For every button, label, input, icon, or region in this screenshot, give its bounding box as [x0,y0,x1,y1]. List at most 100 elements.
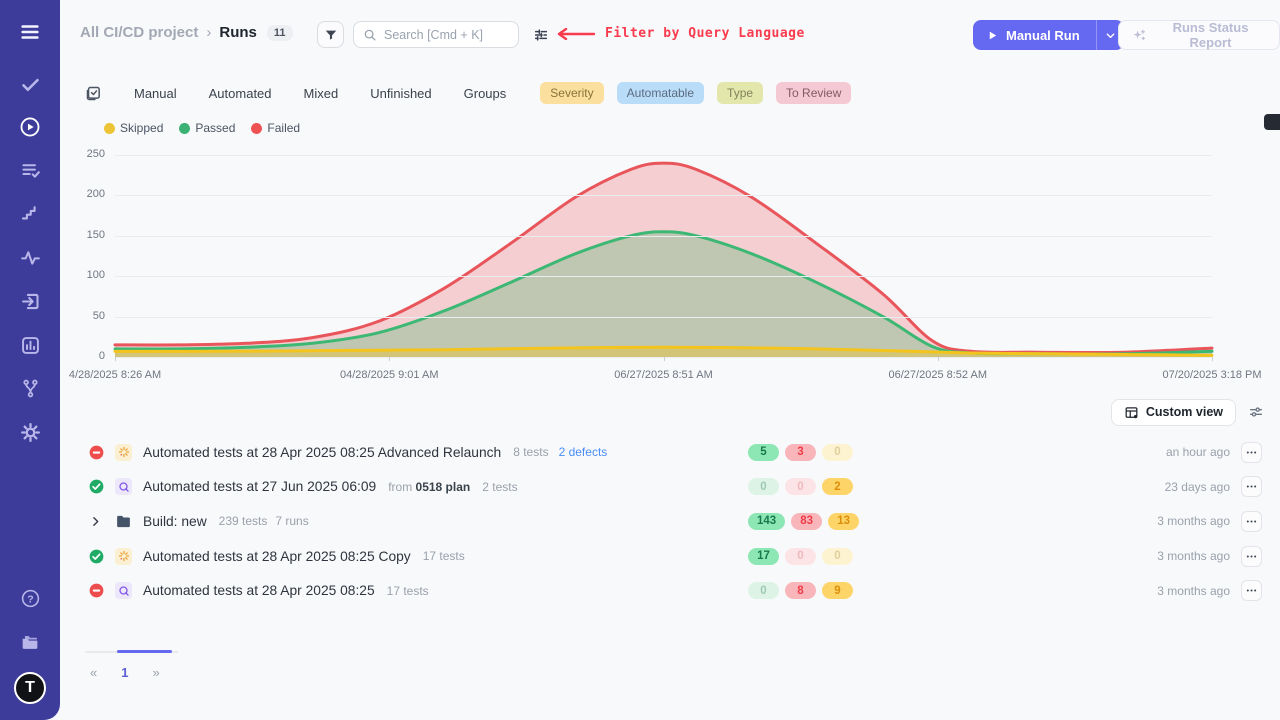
status-failed-icon [89,445,104,460]
runs-status-report-button[interactable]: Runs Status Report [1118,20,1280,50]
skipped-dot-icon [104,123,115,134]
tab-automated[interactable]: Automated [209,86,272,101]
run-tests-count: 17 tests [423,549,465,563]
run-plan-source: from 0518 plan [388,480,470,494]
manual-run-button[interactable]: Manual Run [973,20,1096,50]
scrollbar-thumb[interactable] [117,650,172,653]
legend-item-skipped[interactable]: Skipped [104,121,163,135]
pagination-page-1[interactable]: 1 [121,665,128,680]
table-row[interactable]: Automated tests at 28 Apr 2025 08:25 Adv… [80,435,1262,469]
left-arrow-icon [556,28,596,40]
result-badges: 0 0 2 [748,478,853,495]
legend-item-failed[interactable]: Failed [251,121,300,135]
y-axis-tick-label: 50 [93,310,105,322]
svg-text:?: ? [27,593,33,605]
custom-view-button[interactable]: Custom view [1111,399,1236,426]
filter-funnel-button[interactable] [317,21,344,48]
view-settings-sliders-icon[interactable] [1248,404,1264,420]
failed-count-badge: 83 [791,513,822,530]
more-button[interactable] [1241,546,1262,567]
ellipsis-icon [1246,585,1257,596]
select-all-icon[interactable] [85,85,102,102]
table-row[interactable]: Automated tests at 27 Jun 2025 06:09 fro… [80,470,1262,504]
test-plans-icon[interactable] [0,152,60,188]
run-name[interactable]: Automated tests at 28 Apr 2025 08:25 Adv… [143,445,501,460]
defects-link[interactable]: 2 defects [559,445,608,459]
traceability-icon[interactable] [0,370,60,406]
chip-severity[interactable]: Severity [540,82,603,104]
chip-type[interactable]: Type [717,82,763,104]
annotation: Filter by Query Language [556,26,805,41]
run-tests-count: 2 tests [482,480,517,494]
projects-icon[interactable] [0,624,60,660]
skipped-count-badge: 2 [822,478,853,495]
ellipsis-icon [1246,481,1257,492]
annotation-text: Filter by Query Language [605,26,805,41]
test-runs-icon[interactable] [0,109,60,145]
breadcrumb-separator: › [206,24,211,41]
table-row[interactable]: Automated tests at 28 Apr 2025 08:25 17 … [80,574,1262,608]
axis-tick [115,357,116,361]
x-axis-tick-label: 4/28/2025 8:26 AM [69,369,161,381]
gridline [115,276,1212,277]
filters-row: Manual Automated Mixed Unfinished Groups… [60,78,1280,108]
activity-icon[interactable] [0,239,60,275]
search-input[interactable] [384,28,509,42]
analytics-icon[interactable] [0,327,60,363]
breadcrumb-project[interactable]: All CI/CD project [80,24,198,41]
run-name[interactable]: Automated tests at 28 Apr 2025 08:25 [143,583,375,598]
legend-item-passed[interactable]: Passed [179,121,235,135]
failed-count-badge: 0 [785,548,816,565]
gridline [115,317,1212,318]
pagination-last[interactable]: » [152,665,159,680]
tab-groups[interactable]: Groups [464,86,507,101]
tab-mixed[interactable]: Mixed [304,86,339,101]
failed-dot-icon [251,123,262,134]
run-name[interactable]: Automated tests at 28 Apr 2025 08:25 Cop… [143,549,411,564]
requirements-icon[interactable] [0,283,60,319]
status-passed-icon [89,479,104,494]
test-cases-icon[interactable] [0,66,60,102]
settings-gear-icon[interactable] [0,414,60,450]
chart-corner-handle[interactable] [1264,114,1280,130]
run-time: 3 months ago [1157,549,1230,563]
chip-automatable[interactable]: Automatable [617,82,704,104]
tab-unfinished[interactable]: Unfinished [370,86,431,101]
chip-to-review[interactable]: To Review [776,82,851,104]
search-icon [363,28,377,42]
burst-app-icon [115,444,132,461]
skipped-count-badge: 0 [822,444,853,461]
view-toolbar: Custom view [1111,398,1264,426]
failed-count-badge: 8 [785,582,816,599]
table-row[interactable]: Automated tests at 28 Apr 2025 08:25 Cop… [80,539,1262,573]
play-icon [987,30,998,41]
help-icon[interactable]: ? [0,580,60,616]
more-button[interactable] [1241,580,1262,601]
run-name[interactable]: Automated tests at 27 Jun 2025 06:09 [143,479,376,494]
more-button[interactable] [1241,442,1262,463]
group-name[interactable]: Build: new [143,514,207,529]
table-row-group[interactable]: Build: new 239 tests 7 runs 143 83 13 3 … [80,504,1262,538]
from-label: from [388,480,412,494]
tab-manual[interactable]: Manual [134,86,177,101]
failed-count-badge: 0 [785,478,816,495]
filter-chips: Severity Automatable Type To Review [540,82,851,104]
query-language-filter-icon[interactable] [533,27,549,48]
runs-status-report-label: Runs Status Report [1155,20,1266,50]
run-time: 3 months ago [1157,514,1230,528]
menu-icon[interactable] [0,14,60,50]
shared-steps-icon[interactable] [0,195,60,231]
more-button[interactable] [1241,511,1262,532]
more-button[interactable] [1241,476,1262,497]
burst-app-icon [115,548,132,565]
axis-tick [1212,357,1213,361]
avatar[interactable]: T [14,672,46,704]
pagination-first[interactable]: « [90,665,97,680]
gridline [115,236,1212,237]
y-axis-tick-label: 250 [87,148,105,160]
plan-name: 0518 plan [416,480,471,494]
manual-run-label: Manual Run [1006,28,1080,43]
search-box[interactable] [353,21,519,48]
chevron-right-icon[interactable] [89,515,102,528]
failed-count-badge: 3 [785,444,816,461]
